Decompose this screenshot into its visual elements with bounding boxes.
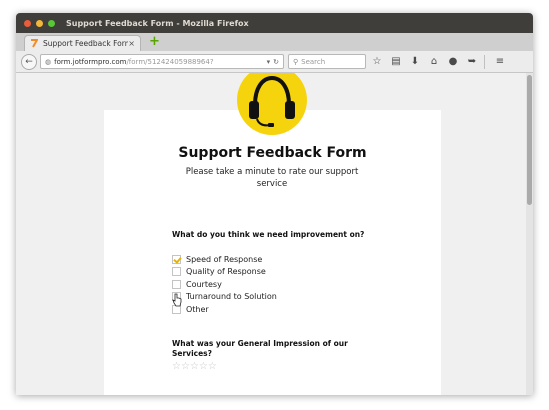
tab-bar: Support Feedback Form × + xyxy=(16,33,533,51)
form-subtitle: Please take a minute to rate our support… xyxy=(185,167,359,189)
hand-cursor-icon xyxy=(172,293,182,307)
navigation-bar: ← ◍ form.jotformpro.com /form/5124240598… xyxy=(16,51,533,73)
option-label: Quality of Response xyxy=(186,267,266,277)
reader-icon[interactable]: ▤ xyxy=(388,54,404,70)
headphones-icon xyxy=(249,75,295,127)
checkbox[interactable] xyxy=(172,267,181,277)
form-card: Support Feedback Form Please take a minu… xyxy=(104,110,441,395)
tab-label: Support Feedback Form xyxy=(43,39,129,48)
window-title: Support Feedback Form - Mozilla Firefox xyxy=(66,18,249,28)
star-icon[interactable]: ☆ xyxy=(208,362,217,372)
url-bar[interactable]: ◍ form.jotformpro.com /form/512424059889… xyxy=(40,54,284,69)
menu-icon[interactable]: ≡ xyxy=(492,54,508,70)
option-label: Courtesy xyxy=(186,279,222,289)
search-icon: ⚲ xyxy=(293,57,299,66)
question-improvement-label: What do you think we need improvement on… xyxy=(172,230,365,239)
jotform-favicon-icon xyxy=(30,39,39,48)
option-label: Turnaround to Solution xyxy=(186,292,277,302)
star-icon[interactable]: ☆ xyxy=(181,362,190,372)
chat-icon[interactable]: ● xyxy=(445,54,461,70)
titlebar: Support Feedback Form - Mozilla Firefox xyxy=(16,13,533,33)
reload-icon[interactable]: ↻ xyxy=(273,58,279,66)
bookmark-star-icon[interactable]: ☆ xyxy=(369,54,385,70)
search-placeholder: Search xyxy=(301,57,326,66)
option-turnaround-to-solution[interactable]: Turnaround to Solution xyxy=(172,291,277,304)
tab-close-icon[interactable]: × xyxy=(128,39,135,48)
star-icon[interactable]: ☆ xyxy=(190,362,199,372)
star-icon[interactable]: ☆ xyxy=(172,362,181,372)
option-label: Other xyxy=(186,304,209,314)
scrollbar-thumb[interactable] xyxy=(527,75,532,205)
url-dropdown-icon[interactable]: ▾ xyxy=(267,58,271,66)
improvement-options: Speed of Response Quality of Response Co… xyxy=(172,253,277,316)
option-quality-of-response[interactable]: Quality of Response xyxy=(172,266,277,279)
vertical-scrollbar[interactable] xyxy=(526,73,533,395)
checkbox[interactable] xyxy=(172,254,181,264)
search-input[interactable]: ⚲ Search xyxy=(288,54,366,69)
home-icon[interactable]: ⌂ xyxy=(426,54,442,70)
minimize-window-button[interactable] xyxy=(36,19,43,27)
checkbox[interactable] xyxy=(172,279,181,289)
star-icon[interactable]: ☆ xyxy=(199,362,208,372)
toolbar-separator xyxy=(484,54,485,69)
headphones-logo xyxy=(237,73,307,135)
option-speed-of-response[interactable]: Speed of Response xyxy=(172,253,277,266)
back-icon[interactable]: ← xyxy=(21,53,37,70)
download-icon[interactable]: ⬇ xyxy=(407,54,423,70)
option-label: Speed of Response xyxy=(186,254,263,264)
tab-support-feedback-form[interactable]: Support Feedback Form × xyxy=(24,35,141,51)
close-window-button[interactable] xyxy=(24,19,31,27)
url-host: form.jotformpro.com xyxy=(54,57,127,66)
star-rating[interactable]: ☆ ☆ ☆ ☆ ☆ xyxy=(172,362,217,372)
option-courtesy[interactable]: Courtesy xyxy=(172,278,277,291)
url-path: /form/51242405988964? xyxy=(126,57,214,66)
new-tab-button[interactable]: + xyxy=(149,35,160,49)
globe-icon: ◍ xyxy=(45,57,52,66)
form-title: Support Feedback Form xyxy=(178,145,367,161)
browser-window: Support Feedback Form - Mozilla Firefox … xyxy=(16,13,533,395)
page-content: Support Feedback Form Please take a minu… xyxy=(16,73,526,395)
maximize-window-button[interactable] xyxy=(48,19,55,27)
send-icon[interactable]: ➥ xyxy=(464,54,480,70)
option-other[interactable]: Other xyxy=(172,303,277,316)
question-impression-label: What was your General Impression of our … xyxy=(172,339,348,358)
